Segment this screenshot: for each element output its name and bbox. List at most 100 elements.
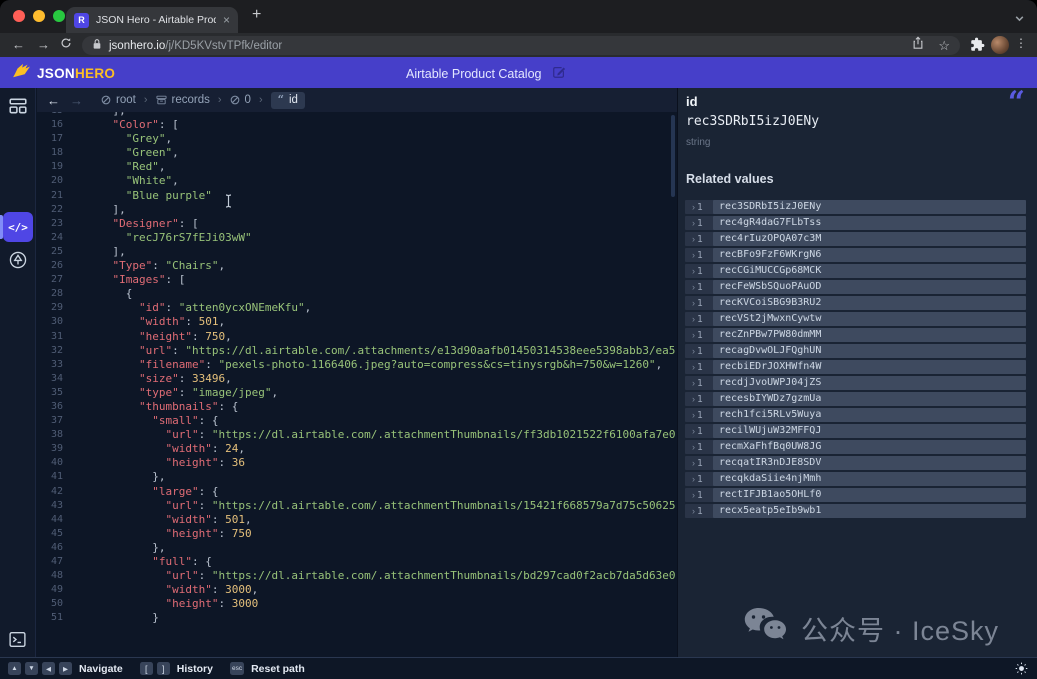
code-line[interactable]: 33 "filename": "pexels-photo-1166406.jpe… (37, 358, 677, 372)
code-line[interactable]: 45 "height": 750 (37, 527, 677, 541)
code-token: "Designer" (113, 217, 179, 230)
code-line[interactable]: 40 "height": 36 (37, 456, 677, 470)
related-value-row[interactable]: ›1recesbIYWDz7gzmUa (685, 392, 1026, 406)
breadcrumb-item-root[interactable]: root (101, 94, 136, 106)
code-line[interactable]: 27 "Images": [ (37, 273, 677, 287)
path-forward-button[interactable]: → (70, 93, 83, 108)
code-token (86, 569, 165, 582)
line-number: 16 (37, 118, 63, 132)
code-line[interactable]: 47 "full": { (37, 555, 677, 569)
code-line[interactable]: 46 }, (37, 541, 677, 555)
code-line[interactable]: 43 "url": "https://dl.airtable.com/.atta… (37, 499, 677, 513)
tab-search-chevron-icon[interactable] (1014, 11, 1025, 29)
code-line[interactable]: 17 "Grey", (37, 132, 677, 146)
code-line[interactable]: 39 "width": 24, (37, 442, 677, 456)
code-line[interactable]: 49 "width": 3000, (37, 583, 677, 597)
related-value-row[interactable]: ›1recx5eatp5eIb9wb1 (685, 504, 1026, 518)
code-line[interactable]: 29 "id": "atten0ycxONEmeKfu", (37, 301, 677, 315)
new-tab-button[interactable]: + (252, 6, 261, 24)
share-page-icon[interactable] (912, 36, 924, 55)
related-value-row[interactable]: ›1recKVCoiSBG9B3RU2 (685, 296, 1026, 310)
related-value-chip: rec4gR4daG7FLbTss (713, 216, 1026, 230)
tree-view-icon[interactable] (8, 250, 28, 275)
related-value-row[interactable]: ›1rec3SDRbI5izJ0ENy (685, 200, 1026, 214)
code-line[interactable]: 16 "Color": [ (37, 118, 677, 132)
code-line[interactable]: 38 "url": "https://dl.airtable.com/.atta… (37, 428, 677, 442)
code-line[interactable]: 42 "large": { (37, 485, 677, 499)
related-value-row[interactable]: ›1rec4gR4daG7FLbTss (685, 216, 1026, 230)
code-line[interactable]: 19 "Red", (37, 160, 677, 174)
related-value-chip: rec4rIuzOPQA07c3M (713, 232, 1026, 246)
related-value-row[interactable]: ›1rech1fci5RLv5Wuya (685, 408, 1026, 422)
code-line[interactable]: 41 }, (37, 470, 677, 484)
related-value-row[interactable]: ›1recZnPBw7PW80dmMM (685, 328, 1026, 342)
browser-menu-icon[interactable]: ⋮ (1015, 36, 1027, 50)
theme-toggle-sun-icon[interactable] (1015, 662, 1028, 679)
line-number: 31 (37, 330, 63, 344)
related-value-row[interactable]: ›1recCGiMUCCGp68MCK (685, 264, 1026, 278)
editor-scrollbar[interactable] (671, 115, 675, 197)
code-line[interactable]: 20 "White", (37, 174, 677, 188)
edit-title-icon[interactable] (552, 65, 566, 82)
json-editor[interactable]: 15 ],16 "Color": [17 "Grey",18 "Green",1… (37, 112, 677, 657)
related-value-row[interactable]: ›1recilWUjuW32MFFQJ (685, 424, 1026, 438)
minimize-window-button[interactable] (33, 10, 45, 22)
related-value-row[interactable]: ›1recqatIR3nDJE8SDV (685, 456, 1026, 470)
code-line[interactable]: 37 "small": { (37, 414, 677, 428)
related-value-row[interactable]: ›1recqkdaSiie4njMmh (685, 472, 1026, 486)
related-value-row[interactable]: ›1recVSt2jMwxnCywtw (685, 312, 1026, 326)
code-line[interactable]: 26 "Type": "Chairs", (37, 259, 677, 273)
browser-tab[interactable]: R JSON Hero - Airtable Product C × (66, 7, 238, 33)
reload-button[interactable] (60, 36, 72, 54)
forward-button[interactable]: → (37, 36, 50, 54)
code-line[interactable]: 31 "height": 750, (37, 330, 677, 344)
related-value-row[interactable]: ›1recBFo9FzF6WKrgN6 (685, 248, 1026, 262)
path-back-button[interactable]: ← (47, 93, 60, 108)
related-value-row[interactable]: ›1recbiEDrJOXHWfn4W (685, 360, 1026, 374)
code-token: "filename" (139, 358, 205, 371)
code-line[interactable]: 24 "recJ76rS7fEJi03wW" (37, 231, 677, 245)
column-view-icon[interactable] (8, 96, 28, 121)
code-line[interactable]: 23 "Designer": [ (37, 217, 677, 231)
code-line[interactable]: 35 "type": "image/jpeg", (37, 386, 677, 400)
code-line[interactable]: 32 "url": "https://dl.airtable.com/.atta… (37, 344, 677, 358)
terminal-icon[interactable] (8, 630, 27, 654)
code-token: : { (192, 555, 212, 568)
code-line[interactable]: 50 "height": 3000 (37, 597, 677, 611)
code-line[interactable]: 21 "Blue purple" (37, 189, 677, 203)
breadcrumb-item-id[interactable]: “id (271, 92, 305, 109)
address-bar[interactable]: jsonhero.io/j/KD5KVstvTPfk/editor ☆ (82, 36, 960, 55)
chevron-right-icon: › (685, 410, 697, 420)
code-line[interactable]: 34 "size": 33496, (37, 372, 677, 386)
related-value-row[interactable]: ›1rec4rIuzOPQA07c3M (685, 232, 1026, 246)
related-value-count: 1 (697, 218, 709, 229)
code-line[interactable]: 36 "thumbnails": { (37, 400, 677, 414)
code-token: "recJ76rS7fEJi03wW" (126, 231, 252, 244)
extensions-puzzle-icon[interactable] (970, 37, 985, 57)
back-button[interactable]: ← (12, 36, 25, 54)
related-value-row[interactable]: ›1recagDvwOLJFQghUN (685, 344, 1026, 358)
related-value-row[interactable]: ›1recmXaFhfBq0UW8JG (685, 440, 1026, 454)
code-line[interactable]: 28 { (37, 287, 677, 301)
related-value-row[interactable]: ›1rectIFJB1ao5OHLf0 (685, 488, 1026, 502)
code-line[interactable]: 44 "width": 501, (37, 513, 677, 527)
code-line[interactable]: 22 ], (37, 203, 677, 217)
related-value-row[interactable]: ›1recFeWSbSQuoPAuOD (685, 280, 1026, 294)
breadcrumb-item-0[interactable]: 0 (230, 94, 251, 106)
code-line[interactable]: 48 "url": "https://dl.airtable.com/.atta… (37, 569, 677, 583)
related-value-row[interactable]: ›1recdjJvoUWPJ04jZS (685, 376, 1026, 390)
code-line[interactable]: 51 } (37, 611, 677, 625)
code-line[interactable]: 30 "width": 501, (37, 315, 677, 329)
code-token (86, 372, 139, 385)
bookmark-star-icon[interactable]: ☆ (938, 39, 950, 52)
code-line[interactable]: 25 ], (37, 245, 677, 259)
code-line[interactable]: 18 "Green", (37, 146, 677, 160)
profile-avatar[interactable] (991, 36, 1009, 54)
close-window-button[interactable] (13, 10, 25, 22)
editor-view-button[interactable]: </> (3, 212, 33, 242)
zoom-window-button[interactable] (53, 10, 65, 22)
breadcrumb-item-records[interactable]: records (156, 94, 210, 106)
related-value-chip: recFeWSbSQuoPAuOD (713, 280, 1026, 294)
tab-close-icon[interactable]: × (223, 13, 230, 27)
jsonhero-logo[interactable]: JSONHERO (12, 63, 115, 84)
